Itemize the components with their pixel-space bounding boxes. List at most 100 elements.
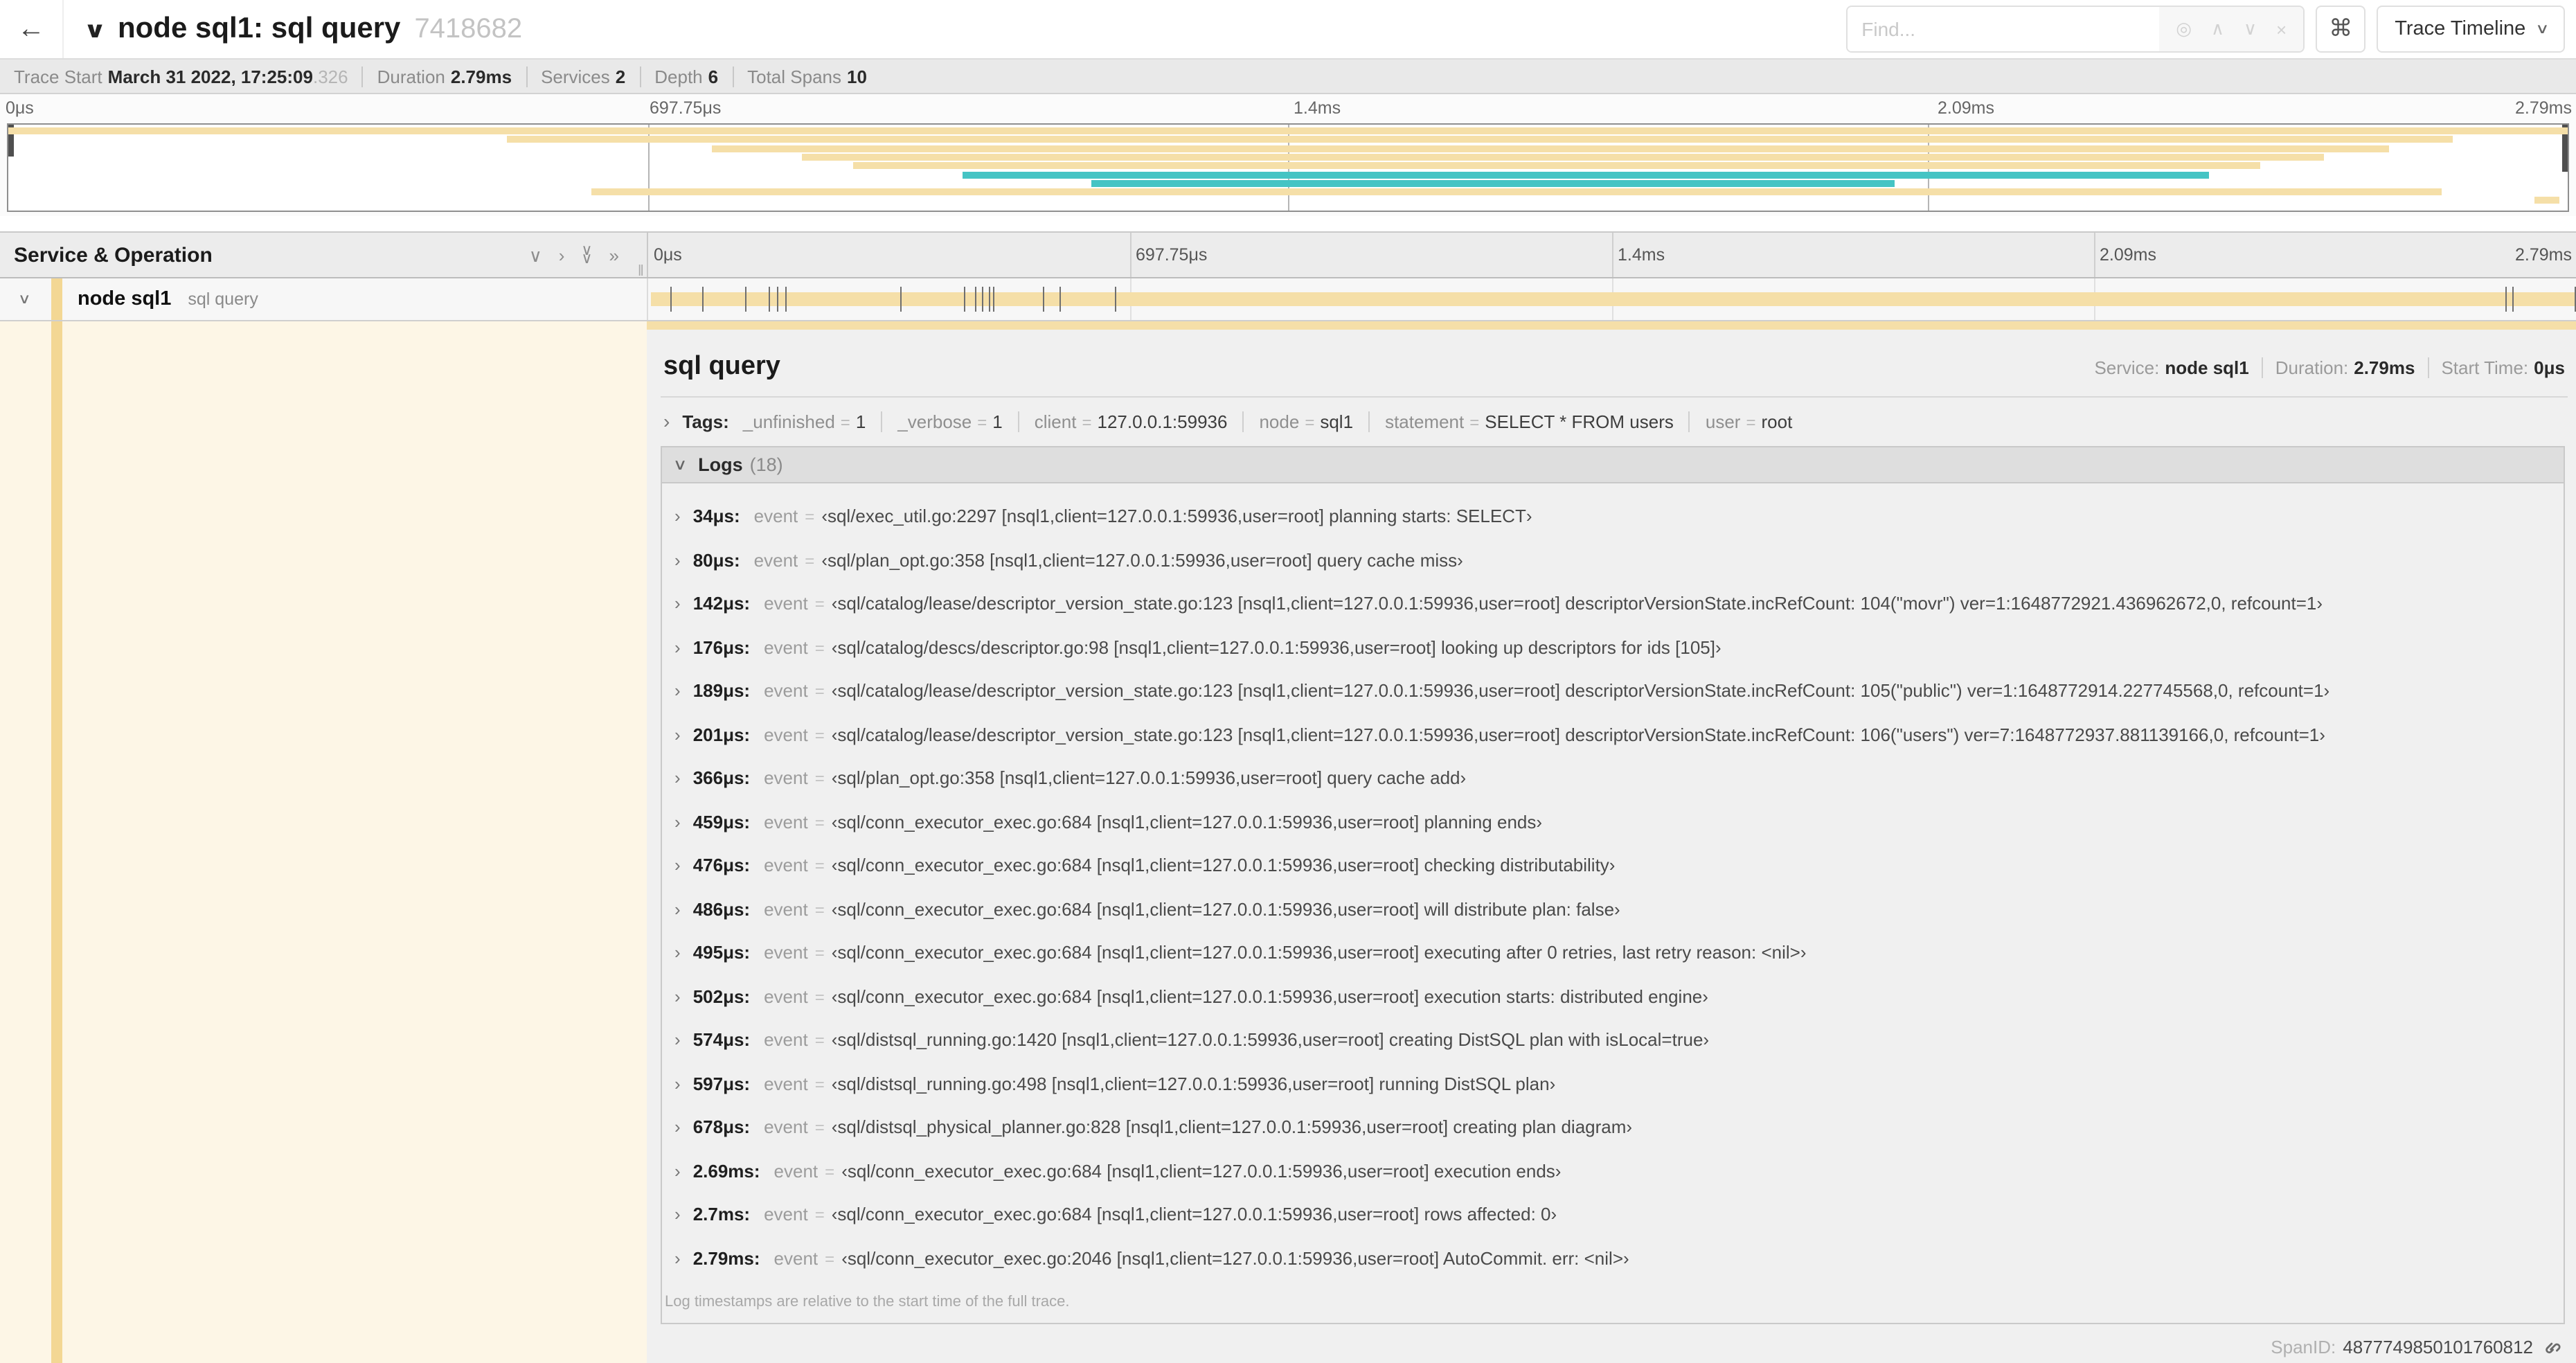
column-resize-grip[interactable]: ‖	[638, 263, 644, 280]
info-value: 2.79ms	[450, 66, 512, 87]
log-entry-row[interactable]: › 80μs: event = ‹sql/plan_opt.go:358 [nsql1,…	[674, 538, 2551, 582]
span-id-value: 4877749850101760812	[2343, 1337, 2533, 1357]
log-field-key: event	[764, 811, 808, 832]
minimap-canvas[interactable]	[7, 123, 2569, 212]
expand-all-icon[interactable]: »	[609, 246, 619, 264]
equals-sign: =	[805, 507, 815, 526]
equals-sign: =	[814, 1205, 825, 1224]
log-entry-row[interactable]: › 142μs: event = ‹sql/catalog/lease/descript…	[674, 582, 2551, 625]
tags-row[interactable]: › Tags: _unfinished = 1 _verbose = 1 client = 12…	[663, 410, 2568, 432]
tag-key: user	[1705, 411, 1741, 431]
span-color-stripe	[51, 278, 62, 320]
trace-info-bar: Trace Start March 31 2022, 17:25:09.326 Du…	[0, 58, 2576, 94]
chevron-right-icon: ›	[674, 767, 681, 788]
log-entry-row[interactable]: › 476μs: event = ‹sql/conn_executor_exec.go:…	[674, 844, 2551, 887]
log-field-key: event	[764, 898, 808, 919]
log-timestamp: 189μs:	[692, 680, 751, 701]
chevron-right-icon: ›	[674, 1204, 681, 1224]
minimap-span-bar	[591, 188, 2442, 196]
span-summary-item: Service: node sql1	[2094, 357, 2248, 378]
log-entry-row[interactable]: › 2.79ms: event = ‹sql/conn_executor_exec.go…	[674, 1236, 2551, 1280]
clear-find-icon[interactable]: ×	[2276, 19, 2287, 39]
locate-icon[interactable]: ◎	[2176, 18, 2192, 40]
equals-sign: =	[977, 412, 987, 431]
log-timestamp: 459μs:	[692, 811, 751, 832]
log-field-value: ‹sql/catalog/lease/descriptor_version_st…	[831, 724, 2325, 745]
span-detail-header[interactable]: sql query Service: node sql1 Duration: 2.79…	[663, 352, 2565, 382]
deep-link-icon[interactable]	[2543, 1337, 2562, 1357]
trace-title-group[interactable]: ∨ node sql1: sql query 7418682	[83, 12, 522, 46]
equals-sign: =	[825, 1161, 835, 1181]
log-entry-row[interactable]: › 34μs: event = ‹sql/exec_util.go:2297 [nsql…	[674, 495, 2551, 538]
summary-label: Duration:	[2275, 357, 2349, 378]
keyboard-shortcuts-button[interactable]: ⌘	[2316, 6, 2366, 53]
span-row[interactable]: ∨ node sql1 sql query	[0, 278, 2576, 320]
span-duration-bar[interactable]	[651, 292, 2575, 306]
timeline-minimap: 0μs 697.75μs 1.4ms 2.09ms 2.79ms	[0, 94, 2576, 216]
log-entry-row[interactable]: › 2.7ms: event = ‹sql/conn_executor_exec.go:…	[674, 1193, 2551, 1236]
view-selector-button[interactable]: Trace Timeline ∨	[2377, 6, 2565, 53]
chevron-right-icon: ›	[674, 1116, 681, 1137]
log-entry-row[interactable]: › 678μs: event = ‹sql/distsql_physical_plann…	[674, 1105, 2551, 1149]
equals-sign: =	[814, 900, 825, 919]
log-marker	[993, 287, 995, 312]
tags-label: Tags:	[682, 411, 729, 431]
summary-value: 0μs	[2534, 357, 2565, 378]
next-match-icon[interactable]: ∨	[2244, 18, 2257, 40]
minimap-ticks: 0μs 697.75μs 1.4ms 2.09ms 2.79ms	[0, 94, 2576, 123]
chevron-right-icon: ›	[674, 506, 681, 526]
logs-header[interactable]: ∨ Logs (18)	[662, 447, 2564, 483]
chevron-right-icon: ›	[674, 680, 681, 701]
span-detail-bar	[647, 321, 2576, 330]
log-marker	[2505, 287, 2507, 312]
collapse-one-icon[interactable]: ∨	[529, 246, 542, 264]
log-entry-row[interactable]: › 201μs: event = ‹sql/catalog/lease/descript…	[674, 713, 2551, 756]
find-controls: ◎ ∧ ∨ ×	[2159, 7, 2304, 51]
minimap-span-bar	[2534, 197, 2560, 204]
log-entry-row[interactable]: › 2.69ms: event = ‹sql/conn_executor_exec.go…	[674, 1149, 2551, 1193]
log-marker	[701, 287, 704, 312]
log-timestamp: 176μs:	[692, 636, 751, 657]
log-entry-row[interactable]: › 486μs: event = ‹sql/conn_executor_exec.go:…	[674, 887, 2551, 931]
span-collapse-icon[interactable]: ∨	[18, 292, 31, 307]
logs-count: (18)	[749, 454, 783, 475]
minimap-span-bar	[507, 136, 2453, 143]
log-field-key: event	[764, 724, 808, 745]
log-entry-row[interactable]: › 597μs: event = ‹sql/distsql_running.go:498…	[674, 1062, 2551, 1105]
tag-key: statement	[1385, 411, 1465, 431]
log-marker	[768, 287, 770, 312]
prev-match-icon[interactable]: ∧	[2211, 18, 2224, 40]
span-row-timeline[interactable]	[647, 278, 2576, 320]
log-entry-row[interactable]: › 574μs: event = ‹sql/distsql_running.go:142…	[674, 1018, 2551, 1062]
log-timestamp: 34μs:	[692, 506, 740, 526]
log-field-key: event	[764, 1204, 808, 1224]
log-entry-row[interactable]: › 189μs: event = ‹sql/catalog/lease/descript…	[674, 669, 2551, 713]
span-id-label: SpanID:	[2271, 1337, 2336, 1357]
collapse-all-icon[interactable]: ∨ ∨	[581, 243, 592, 267]
tick-label: 2.79ms	[2515, 98, 2572, 118]
log-entry-row[interactable]: › 366μs: event = ‹sql/plan_opt.go:358 [nsql1…	[674, 756, 2551, 800]
expand-one-icon[interactable]: ›	[559, 246, 565, 264]
log-field-value: ‹sql/catalog/lease/descriptor_version_st…	[831, 593, 2323, 614]
log-entry-row[interactable]: › 176μs: event = ‹sql/catalog/descs/descript…	[674, 625, 2551, 669]
trace-info-item: Duration 2.79ms	[361, 66, 512, 87]
tag-key: _verbose	[897, 411, 972, 431]
find-input[interactable]	[1848, 7, 2160, 51]
gridline	[2094, 233, 2095, 277]
chevron-right-icon: ›	[674, 942, 681, 963]
log-field-value: ‹sql/conn_executor_exec.go:684 [nsql1,cl…	[831, 1204, 1557, 1224]
equals-sign: =	[814, 594, 825, 614]
log-timestamp: 574μs:	[692, 1029, 751, 1050]
log-entry-row[interactable]: › 495μs: event = ‹sql/conn_executor_exec.go:…	[674, 931, 2551, 974]
log-field-value: ‹sql/distsql_running.go:498 [nsql1,clien…	[831, 1073, 1556, 1094]
collapse-trace-icon[interactable]: ∨	[83, 17, 107, 44]
summary-value: node sql1	[2165, 357, 2249, 378]
chevron-right-icon: ›	[674, 1247, 681, 1268]
log-entry-row[interactable]: › 502μs: event = ‹sql/conn_executor_exec.go:…	[674, 974, 2551, 1018]
log-timestamp: 495μs:	[692, 942, 751, 963]
log-entry-row[interactable]: › 459μs: event = ‹sql/conn_executor_exec.go:…	[674, 800, 2551, 844]
span-row-name-column[interactable]: ∨ node sql1 sql query	[0, 278, 647, 320]
equals-sign: =	[814, 812, 825, 832]
back-button[interactable]: ←	[0, 0, 64, 58]
span-summary: Service: node sql1 Duration: 2.79ms Start Ti…	[2094, 357, 2565, 378]
